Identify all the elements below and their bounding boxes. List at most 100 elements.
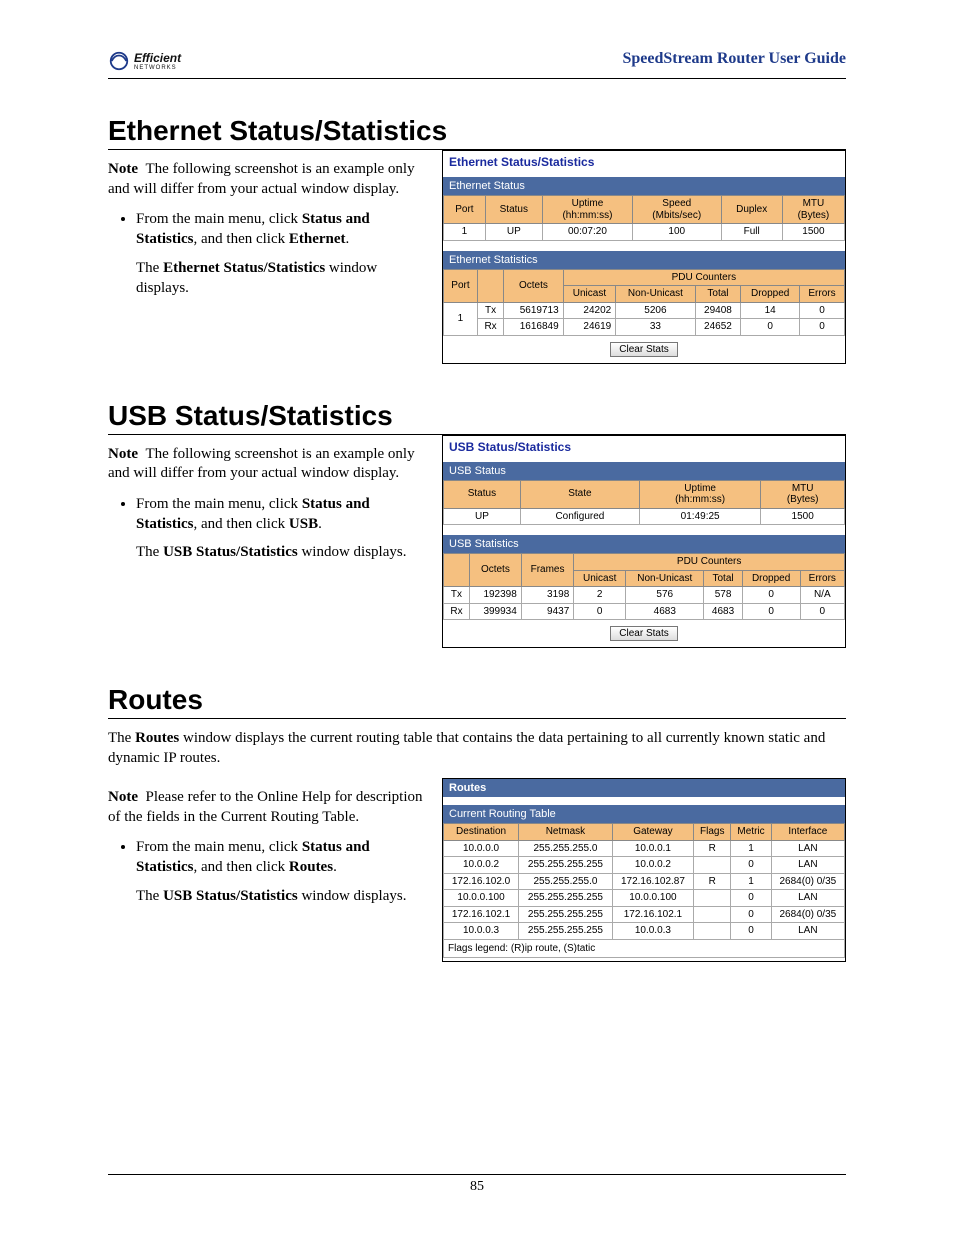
cell: 1 [444,302,478,335]
usb-stats-band: USB Statistics [443,535,845,553]
usb-result: The USB Status/Statistics window display… [136,542,428,562]
ethernet-status-band: Ethernet Status [443,177,845,195]
heading-ethernet: Ethernet Status/Statistics [108,115,846,150]
cell: 10.0.0.3 [612,923,693,940]
cell: 255.255.255.255 [519,906,613,923]
cell [694,906,731,923]
col-status: Status [444,480,521,508]
cell: 0 [574,603,626,620]
cell: 2684(0) 0/35 [771,906,844,923]
cell: 9437 [521,603,573,620]
cell: 3198 [521,587,573,604]
cell: 5619713 [504,302,563,319]
col-uptime: Uptime (hh:mm:ss) [639,480,760,508]
cell: 1500 [761,508,845,525]
table-row: 10.0.0.100255.255.255.25510.0.0.1000LAN [444,890,845,907]
note-label: Note [108,161,138,177]
cell: 172.16.102.87 [612,873,693,890]
col-dropped: Dropped [741,286,800,303]
clear-stats-button[interactable]: Clear Stats [610,626,677,641]
cell: N/A [800,587,844,604]
text-strong: USB Status/Statistics [163,544,298,560]
col-status: Status [485,196,542,224]
ethernet-panel-title: Ethernet Status/Statistics [443,151,845,177]
cell [694,857,731,874]
cell: 0 [731,890,771,907]
cell: 1616849 [504,319,563,336]
col-port: Port [444,269,478,302]
cell: 100 [633,224,721,241]
cell: 4683 [704,603,742,620]
cell: 24619 [563,319,616,336]
cell: Rx [444,603,470,620]
col-pdu: PDU Counters [574,554,845,571]
text-strong: USB Status/Statistics [163,888,298,904]
table-row: Rx 1616849 24619 33 24652 0 0 [444,319,845,336]
usb-panel: USB Status/Statistics USB Status Status … [442,435,846,649]
col-frames: Frames [521,554,573,587]
page-header: Efficient NETWORKS SpeedStream Router Us… [108,50,846,79]
guide-title: SpeedStream Router User Guide [622,50,846,68]
col-errors: Errors [800,570,844,587]
note-label: Note [108,446,138,462]
page-number: 85 [108,1174,846,1195]
text: . [346,231,350,247]
routes-step: From the main menu, click Status and Sta… [136,837,428,906]
cell: 578 [704,587,742,604]
cell: LAN [771,890,844,907]
col-interface: Interface [771,824,844,841]
text: From the main menu, click [136,496,302,512]
routes-panel-title: Routes [443,779,845,797]
cell: 255.255.255.0 [519,873,613,890]
cell: 0 [731,906,771,923]
table-row: 1 Tx 5619713 24202 5206 29408 14 0 [444,302,845,319]
text: The [136,888,163,904]
col-dir [444,554,470,587]
table-row: 172.16.102.1255.255.255.255172.16.102.10… [444,906,845,923]
routes-table: Destination Netmask Gateway Flags Metric… [443,823,845,940]
cell: 0 [742,603,800,620]
text: From the main menu, click [136,211,302,227]
ethernet-note: Note The following screenshot is an exam… [108,160,428,199]
col-netmask: Netmask [519,824,613,841]
ethernet-status-table: Port Status Uptime (hh:mm:ss) Speed (Mbi… [443,195,845,241]
routes-legend: Flags legend: (R)ip route, (S)tatic [443,940,845,958]
cell: 0 [741,319,800,336]
cell: 10.0.0.100 [444,890,519,907]
cell: 29408 [695,302,741,319]
routes-note-text: Please refer to the Online Help for desc… [108,789,423,825]
cell: Configured [520,508,639,525]
cell: 2684(0) 0/35 [771,873,844,890]
col-speed: Speed (Mbits/sec) [633,196,721,224]
col-pdu: PDU Counters [563,269,844,286]
col-octets: Octets [504,269,563,302]
col-state: State [520,480,639,508]
text-strong: Routes [135,730,179,746]
cell: 10.0.0.2 [612,857,693,874]
cell: 255.255.255.255 [519,890,613,907]
cell: 00:07:20 [542,224,632,241]
text: . [333,859,337,875]
text-strong: Ethernet [289,231,346,247]
cell: Tx [477,302,503,319]
cell: 255.255.255.255 [519,923,613,940]
cell: 33 [616,319,695,336]
cell: 1 [731,840,771,857]
clear-stats-button[interactable]: Clear Stats [610,342,677,357]
usb-status-band: USB Status [443,462,845,480]
table-row: 10.0.0.3255.255.255.25510.0.0.30LAN [444,923,845,940]
text: The [136,544,163,560]
brand-logo: Efficient NETWORKS [108,50,181,72]
text: The [108,730,135,746]
cell: 0 [800,302,845,319]
cell: 0 [742,587,800,604]
cell: R [694,873,731,890]
col-mtu: MTU (Bytes) [761,480,845,508]
col-unicast: Unicast [563,286,616,303]
usb-stats-table: Octets Frames PDU Counters Unicast Non-U… [443,553,845,620]
col-unicast: Unicast [574,570,626,587]
cell: 0 [800,319,845,336]
text-strong: Ethernet Status/Statistics [163,260,325,276]
cell: 10.0.0.3 [444,923,519,940]
cell: 4683 [626,603,704,620]
